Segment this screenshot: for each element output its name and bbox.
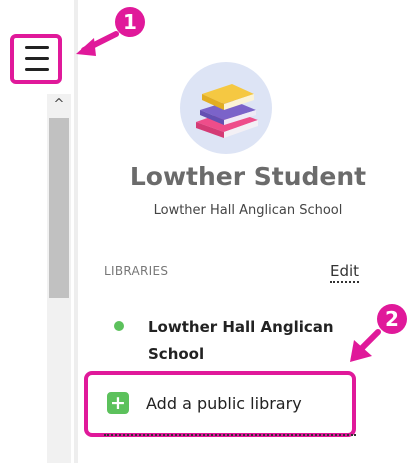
edit-libraries-link[interactable]: Edit (330, 262, 360, 283)
library-name: Lowther Hall Anglican School (148, 318, 334, 363)
annotation-badge-2 (377, 304, 407, 334)
annotation-arrow-1 (76, 31, 119, 56)
hamburger-bar (25, 68, 49, 71)
hamburger-bar (25, 57, 49, 60)
books-stack-icon (196, 84, 258, 138)
avatar (180, 62, 272, 154)
scrollbar[interactable]: ^ (47, 94, 71, 463)
link-underline (104, 434, 356, 436)
add-public-library-button[interactable]: + Add a public library (84, 371, 356, 437)
hamburger-menu-icon (25, 46, 49, 49)
scroll-up-icon[interactable]: ^ (47, 94, 71, 116)
plus-icon: + (107, 392, 129, 414)
profile-school: Lowther Hall Anglican School (153, 203, 343, 218)
libraries-heading: LIBRARIES (104, 264, 169, 278)
scrollbar-thumb[interactable] (49, 118, 69, 298)
annotation-badge-1-text: 1 (123, 10, 137, 34)
menu-button[interactable] (10, 34, 62, 84)
add-public-library-label: Add a public library (146, 394, 302, 413)
annotation-badge-2-text: 2 (385, 307, 399, 331)
sidebar-divider (74, 0, 78, 463)
active-status-icon (114, 321, 124, 331)
annotation-badge-1 (115, 7, 145, 37)
profile-name: Lowther Student (129, 162, 367, 191)
